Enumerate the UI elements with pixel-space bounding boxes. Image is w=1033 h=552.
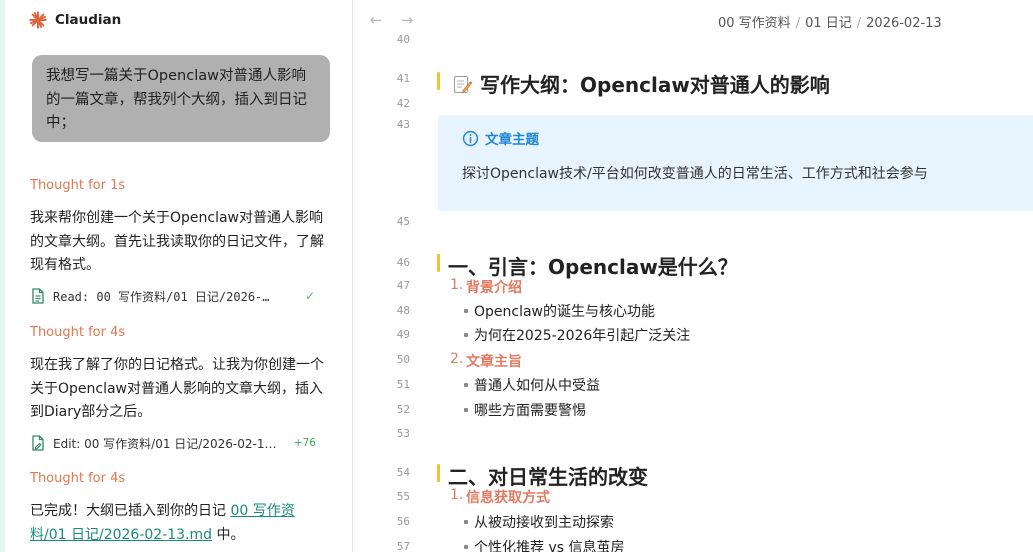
tool-edit-label: Edit: 00 写作资料/01 日记/2026-02-1… [53, 436, 277, 451]
lines-added-badge: +76 [293, 437, 316, 449]
callout-title-text: 文章主题 [485, 132, 539, 148]
chat-panel: Claudian 我想写一篇关于Openclaw对普通人影响的一篇文章，帮我列个… [0, 0, 353, 552]
line-number: 40 [396, 33, 410, 46]
main-heading[interactable]: 写作大纲：Openclaw对普通人的影响 [452, 69, 830, 98]
bullet-marker [464, 545, 468, 549]
line-number: 48 [396, 304, 410, 317]
breadcrumb-item[interactable]: 00 写作资料 [718, 16, 791, 31]
bullet-marker [464, 520, 468, 524]
thought-toggle-3[interactable]: Thought for 4s [30, 471, 125, 486]
file-text-icon [32, 288, 44, 304]
bullet-item[interactable]: 哪些方面需要警惕 [474, 400, 586, 420]
callout-title: 文章主题 [462, 128, 539, 148]
breadcrumb-separator: / [795, 16, 801, 31]
bullet-item[interactable]: 从被动接收到主动探索 [474, 512, 614, 532]
callout-body: 探讨Openclaw技术/平台如何改变普通人的日常生活、工作方式和社会参与 [462, 166, 928, 182]
bullet-marker [464, 333, 468, 337]
ordered-list-number: 1. [450, 487, 464, 503]
claudian-starburst-icon [29, 11, 47, 29]
line-number: 55 [396, 490, 410, 503]
line-number: 53 [396, 427, 410, 440]
line-number: 43 [396, 118, 410, 131]
bullet-item[interactable]: 为何在2025-2026年引起广泛关注 [474, 325, 690, 345]
callout-box[interactable]: 文章主题 探讨Openclaw技术/平台如何改变普通人的日常生活、工作方式和社会… [438, 115, 1033, 211]
line-number: 56 [396, 515, 410, 528]
ordered-list-number: 2. [450, 351, 464, 367]
thought-toggle-2[interactable]: Thought for 4s [30, 325, 125, 340]
breadcrumb: 00 写作资料 / 01 日记 / 2026-02-13 [718, 12, 942, 31]
arrow-left-icon[interactable]: ← [366, 10, 386, 30]
line-number: 41 [396, 72, 410, 85]
breadcrumb-item[interactable]: 01 日记 [805, 16, 852, 31]
ordered-list-item[interactable]: 背景介绍 [466, 277, 522, 297]
heading-marker [437, 464, 440, 482]
app-brand: Claudian [29, 11, 121, 29]
file-edit-icon [32, 435, 44, 451]
editor-pane: ← → 00 写作资料 / 01 日记 / 2026-02-13 40 41 42 43… [354, 0, 1033, 552]
bullet-item[interactable]: 普通人如何从中受益 [474, 375, 600, 395]
line-number: 51 [396, 378, 410, 391]
line-number: 49 [396, 328, 410, 341]
bullet-item[interactable]: 个性化推荐 vs 信息茧房 [474, 537, 624, 552]
section-heading-2[interactable]: 二、对日常生活的改变 [448, 461, 648, 490]
ordered-list-item[interactable]: 文章主旨 [466, 351, 522, 371]
assistant-message-1: 我来帮你创建一个关于Openclaw对普通人影响的文章大纲。首先让我读取你的日记… [30, 210, 324, 273]
thought-toggle-1[interactable]: Thought for 1s [30, 178, 125, 193]
line-number: 52 [396, 403, 410, 416]
bullet-marker [464, 383, 468, 387]
ordered-list-number: 1. [450, 277, 464, 293]
breadcrumb-separator: / [856, 16, 862, 31]
line-number: 46 [396, 256, 410, 269]
bullet-marker [464, 408, 468, 412]
panel-edge [0, 0, 5, 552]
app-name: Claudian [55, 12, 122, 28]
ordered-list-item[interactable]: 信息获取方式 [466, 487, 550, 507]
tool-read-label: Read: 00 写作资料/01 日记/2026-… [53, 289, 270, 304]
line-number: 54 [396, 466, 410, 479]
heading-marker [437, 254, 440, 272]
line-number: 42 [396, 97, 410, 110]
assistant-message-2: 现在我了解了你的日记格式。让我为你创建一个关于Openclaw对普通人影响的文章… [30, 357, 324, 420]
tool-call-edit[interactable]: Edit: 00 写作资料/01 日记/2026-02-1… +76 [31, 433, 321, 453]
memo-icon [454, 75, 472, 93]
info-icon [462, 130, 479, 146]
heading-marker [437, 72, 440, 90]
line-number: 47 [396, 279, 410, 292]
main-heading-text: 写作大纲：Openclaw对普通人的影响 [480, 73, 830, 97]
bullet-item[interactable]: Openclaw的诞生与核心功能 [474, 301, 655, 321]
breadcrumb-item[interactable]: 2026-02-13 [866, 16, 942, 31]
line-number: 57 [396, 540, 410, 552]
line-number: 50 [396, 353, 410, 366]
message-text: 已完成！大纲已插入到你的日记 [30, 503, 231, 519]
check-icon: ✓ [304, 289, 315, 303]
message-text: 中。 [212, 526, 245, 543]
bullet-marker [464, 309, 468, 313]
assistant-message-3: 已完成！大纲已插入到你的日记 00 写作资料/01 日记/2026-02-13.… [30, 500, 330, 547]
section-heading-1[interactable]: 一、引言：Openclaw是什么？ [448, 251, 738, 280]
tool-call-read[interactable]: Read: 00 写作资料/01 日记/2026-… ✓ [31, 286, 321, 306]
user-message: 我想写一篇关于Openclaw对普通人影响的一篇文章，帮我列个大纲，插入到日记中… [32, 55, 330, 142]
arrow-right-icon[interactable]: → [397, 10, 417, 30]
line-number: 45 [396, 215, 410, 228]
